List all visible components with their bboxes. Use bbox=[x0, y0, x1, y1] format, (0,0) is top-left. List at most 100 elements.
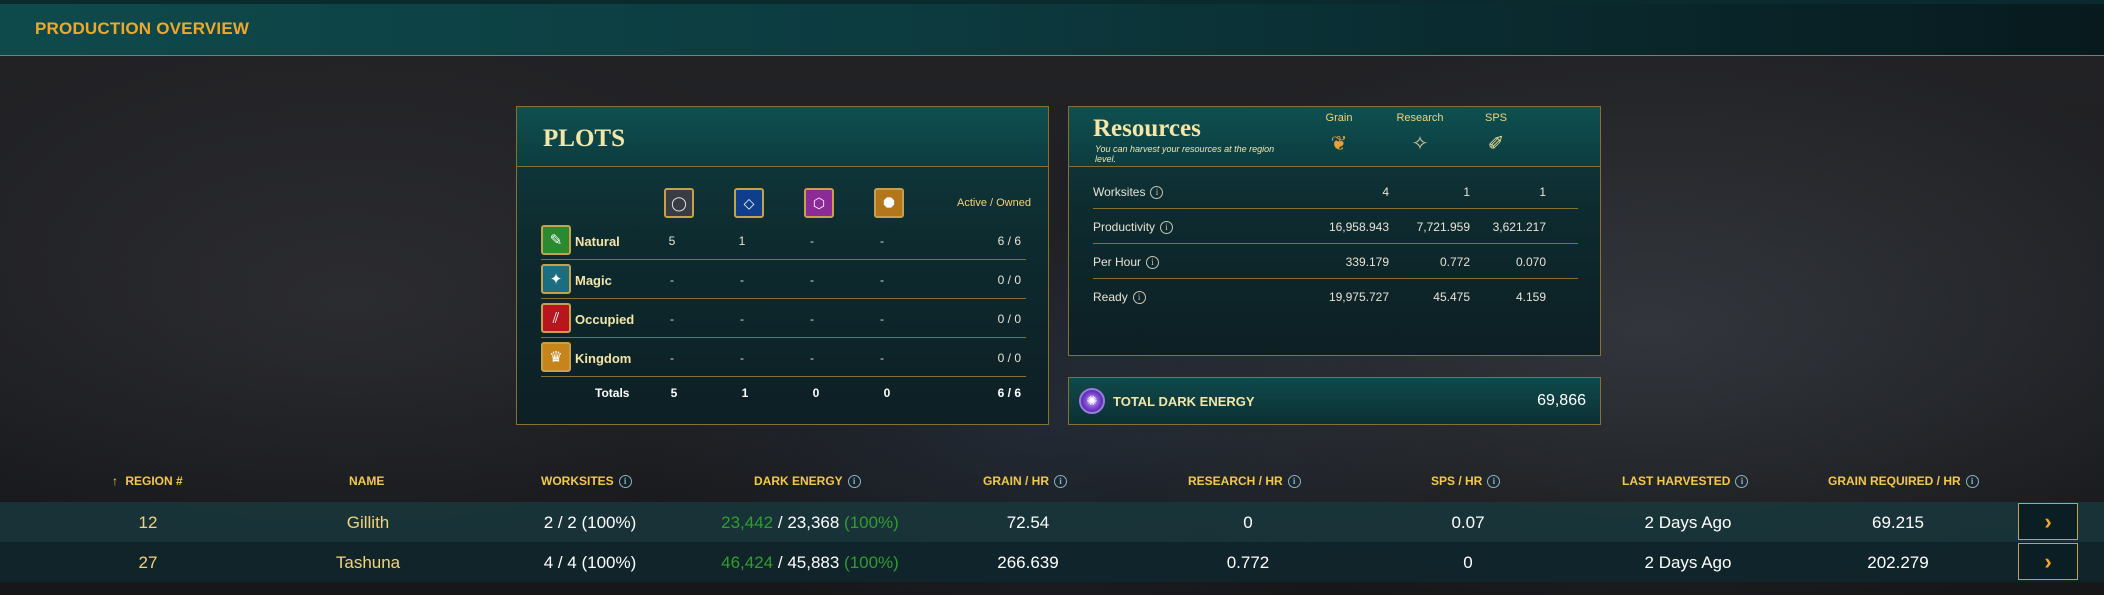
plots-panel: PLOTS ◯ ◇ ⬡ ⯃ Active / Owned ✎ Natural 5… bbox=[516, 106, 1049, 425]
resource-row-label: Worksites i bbox=[1093, 185, 1164, 199]
plot-row-kingdom: ♛ Kingdom - - - - 0 / 0 bbox=[541, 338, 1026, 377]
kingdom-icon: ♛ bbox=[541, 342, 571, 372]
plot-cell: - bbox=[740, 351, 744, 365]
plot-cell: - bbox=[810, 273, 814, 287]
resource-row-label: Per Hour i bbox=[1093, 255, 1160, 269]
resource-row-worksites: Worksites i 4 1 1 bbox=[1093, 174, 1578, 209]
plot-cell: - bbox=[880, 351, 884, 365]
research-hr-value: 0 bbox=[1243, 513, 1253, 532]
info-icon[interactable]: i bbox=[1287, 475, 1301, 488]
sps-hr-value: 0.07 bbox=[1451, 513, 1485, 532]
active-owned-value: 6 / 6 bbox=[997, 234, 1021, 248]
occupied-icon: ⫽ bbox=[541, 303, 571, 333]
worksites-value: 2 / 2 (100%) bbox=[543, 513, 637, 532]
plot-row-natural: ✎ Natural 5 1 - - 6 / 6 bbox=[541, 221, 1026, 260]
total-cell: 0 bbox=[812, 386, 820, 400]
resources-panel: Resources You can harvest your resources… bbox=[1068, 106, 1601, 356]
last-harvested-value: 2 Days Ago bbox=[1644, 513, 1732, 532]
info-icon[interactable]: i bbox=[1146, 256, 1160, 269]
plot-cell: - bbox=[670, 351, 674, 365]
header-last-harvested[interactable]: LAST HARVESTED i bbox=[1622, 474, 1749, 488]
plot-row-label: Kingdom bbox=[575, 351, 632, 366]
grain-hr-value: 266.639 bbox=[997, 553, 1059, 572]
research-hr-value: 0.772 bbox=[1226, 553, 1270, 572]
dark-energy-value: 46,424 / 45,883 (100%) bbox=[721, 553, 899, 572]
dark-energy-value: 23,442 / 23,368 (100%) bbox=[721, 513, 899, 532]
magic-icon: ✦ bbox=[541, 264, 571, 294]
total-cell: 0 bbox=[883, 386, 891, 400]
plot-row-label: Occupied bbox=[575, 312, 635, 327]
plot-cell: - bbox=[810, 312, 814, 326]
plot-cell: - bbox=[880, 234, 884, 248]
info-icon[interactable]: i bbox=[618, 475, 632, 488]
resources-subtitle: You can harvest your resources at the re… bbox=[1095, 144, 1275, 164]
total-active-owned: 6 / 6 bbox=[997, 386, 1021, 400]
plot-cell: 1 bbox=[738, 234, 746, 248]
table-row[interactable]: 27 Tashuna 4 / 4 (100%) 46,424 / 45,883 … bbox=[0, 542, 2104, 582]
resources-header: Resources You can harvest your resources… bbox=[1069, 107, 1600, 167]
header-grain-required[interactable]: GRAIN REQUIRED / HR i bbox=[1828, 474, 1979, 488]
table-row[interactable]: 12 Gillith 2 / 2 (100%) 23,442 / 23,368 … bbox=[0, 502, 2104, 542]
sort-arrow-icon: ↑ bbox=[112, 474, 118, 488]
info-icon[interactable]: i bbox=[847, 475, 861, 488]
plot-cell: - bbox=[740, 273, 744, 287]
info-icon[interactable]: i bbox=[1487, 475, 1501, 488]
active-owned-value: 0 / 0 bbox=[997, 351, 1021, 365]
plot-row-label: Natural bbox=[575, 234, 620, 249]
chevron-right-icon: › bbox=[2044, 548, 2052, 574]
header-research-hr[interactable]: RESEARCH / HR i bbox=[1188, 474, 1301, 488]
region-name: Tashuna bbox=[335, 553, 401, 572]
plot-cell: - bbox=[670, 312, 674, 326]
active-owned-label: Active / Owned bbox=[957, 197, 1031, 209]
column-header-grain: Grain bbox=[1325, 112, 1353, 124]
resource-row-label: Productivity i bbox=[1093, 220, 1174, 234]
info-icon[interactable]: i bbox=[1054, 475, 1067, 488]
resources-title: Resources bbox=[1093, 115, 1201, 142]
plot-cell: - bbox=[880, 273, 884, 287]
sps-value: 4.159 bbox=[1515, 290, 1546, 304]
chevron-right-icon: › bbox=[2044, 508, 2052, 534]
resource-row-productivity: Productivity i 16,958.943 7,721.959 3,621… bbox=[1093, 209, 1578, 244]
octagon-type-icon: ⯃ bbox=[874, 188, 904, 218]
hexagon-type-icon: ⬡ bbox=[804, 188, 834, 218]
active-owned-value: 0 / 0 bbox=[997, 273, 1021, 287]
plot-row-totals: Totals 5 1 0 0 6 / 6 bbox=[541, 373, 1026, 412]
info-icon[interactable]: i bbox=[1160, 221, 1174, 234]
plot-cell: - bbox=[810, 351, 814, 365]
page-title: PRODUCTION OVERVIEW bbox=[35, 19, 250, 38]
grain-icon: ❦ bbox=[1330, 132, 1348, 155]
active-owned-value: 0 / 0 bbox=[997, 312, 1021, 326]
header-worksites[interactable]: WORKSITES i bbox=[541, 474, 632, 488]
column-header-research: Research bbox=[1396, 112, 1444, 124]
info-icon[interactable]: i bbox=[1150, 186, 1164, 199]
sps-hr-value: 0 bbox=[1463, 553, 1473, 572]
open-region-button[interactable]: › bbox=[2018, 503, 2078, 540]
header-grain-hr[interactable]: GRAIN / HR i bbox=[983, 474, 1067, 488]
sps-icon: ✐ bbox=[1487, 132, 1505, 155]
plot-cell: - bbox=[740, 312, 744, 326]
grain-hr-value: 72.54 bbox=[1006, 513, 1050, 532]
dark-energy-value: 69,866 bbox=[1537, 392, 1586, 409]
sps-value: 3,621.217 bbox=[1492, 220, 1546, 234]
column-header-sps: SPS bbox=[1484, 112, 1507, 124]
resource-row-ready: Ready i 19,975.727 45.475 4.159 bbox=[1093, 279, 1578, 314]
sps-value: 0.070 bbox=[1515, 255, 1546, 269]
last-harvested-value: 2 Days Ago bbox=[1644, 553, 1732, 572]
region-number: 12 bbox=[138, 513, 158, 532]
resource-row-per-hour: Per Hour i 339.179 0.772 0.070 bbox=[1093, 244, 1578, 279]
open-region-button[interactable]: › bbox=[2018, 543, 2078, 580]
top-bar: PRODUCTION OVERVIEW bbox=[0, 0, 2104, 56]
plot-cell: - bbox=[670, 273, 674, 287]
resource-row-label: Ready i bbox=[1093, 290, 1146, 304]
info-icon[interactable]: i bbox=[1132, 291, 1146, 304]
info-icon[interactable]: i bbox=[1965, 475, 1979, 488]
info-icon[interactable]: i bbox=[1735, 475, 1749, 488]
region-number: 27 bbox=[138, 553, 158, 572]
worksites-value: 4 / 4 (100%) bbox=[543, 553, 637, 572]
totals-label: Totals bbox=[595, 386, 630, 400]
header-sps-hr[interactable]: SPS / HR i bbox=[1431, 474, 1501, 488]
header-name[interactable]: NAME bbox=[349, 474, 384, 488]
natural-icon: ✎ bbox=[541, 225, 571, 255]
header-dark-energy[interactable]: DARK ENERGY i bbox=[754, 474, 861, 488]
header-region[interactable]: ↑ REGION # bbox=[112, 474, 183, 488]
